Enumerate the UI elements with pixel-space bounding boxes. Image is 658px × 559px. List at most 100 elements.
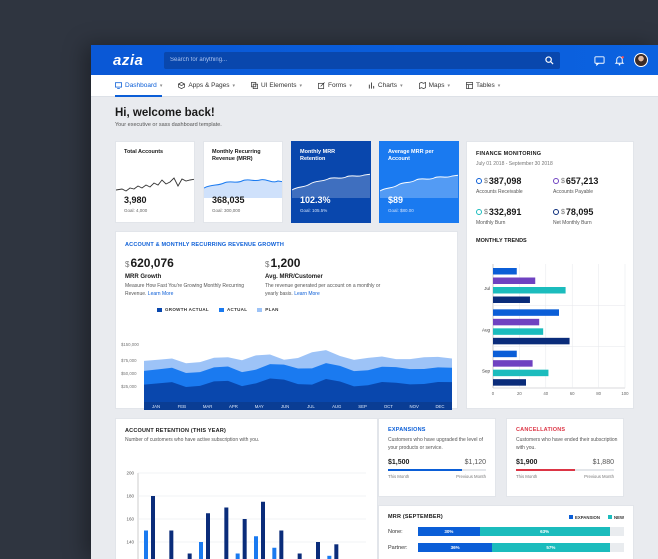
page-title: Hi, welcome back!	[115, 107, 215, 119]
retention-bar	[169, 530, 174, 559]
kpi-avg-mrr: Average MRR per Account $89 Goal: $80.00	[379, 141, 459, 223]
x-tick-label: NOV	[410, 404, 419, 409]
trend-bar	[493, 350, 517, 358]
top-actions	[594, 53, 648, 67]
y-tick-label: 160	[126, 517, 134, 522]
y-tick-label: $75,000	[121, 358, 137, 363]
y-tick-label: Sep	[482, 369, 491, 374]
nav-tables[interactable]: Tables ▾	[466, 75, 500, 97]
search-icon[interactable]	[545, 55, 554, 65]
retention-bar	[297, 553, 302, 559]
nav-dashboard[interactable]: Dashboard ▾	[115, 75, 163, 97]
card-description: Customers who have upgraded the level of…	[388, 437, 484, 451]
mrr-row: Partner: 36% 57%	[388, 543, 624, 552]
growth-stats: $620,076 MRR Growth Measure How Fast You…	[125, 256, 448, 298]
retention-bar	[151, 496, 155, 559]
stat-description: The revenue generated per account on a m…	[265, 283, 381, 297]
card-title: ACCOUNT & MONTHLY RECURRING REVENUE GROW…	[125, 242, 285, 248]
previous-value: $1,880	[592, 459, 614, 466]
monitor-icon	[115, 82, 122, 89]
kpi-value: 368,035	[212, 195, 245, 205]
x-tick-label: SEP	[358, 404, 367, 409]
retention-card: ACCOUNT RETENTION (THIS YEAR) Number of …	[115, 418, 378, 559]
new-bar: 63%	[479, 527, 610, 536]
circle-icon	[553, 209, 559, 215]
progress-bar	[388, 469, 486, 471]
nav-ui-elements[interactable]: UI Elements ▾	[251, 75, 302, 97]
nav-charts[interactable]: Charts ▾	[368, 75, 403, 97]
current-value: $1,500	[388, 459, 410, 466]
learn-more-link[interactable]: Learn More	[148, 291, 174, 297]
previous-value: $1,120	[464, 459, 486, 466]
retention-bar	[206, 513, 210, 559]
stat-label: Avg. MRR/Customer	[265, 274, 323, 280]
retention-bar	[199, 542, 203, 559]
x-tick-label: 20	[517, 391, 522, 396]
mrr-growth-stat: $620,076 MRR Growth Measure How Fast You…	[125, 256, 265, 298]
layers-icon	[251, 82, 258, 89]
avg-mrr-stat: $1,200 Avg. MRR/Customer The revenue gen…	[265, 256, 405, 298]
x-tick-label: 100	[621, 391, 629, 396]
x-tick-label: AUG	[332, 404, 342, 409]
finance-card: FINANCE MONITORING July 01 2018 - Septem…	[466, 141, 634, 409]
kpi-title: Monthly Recurring Revenue (MRR)	[212, 149, 261, 163]
search-bar[interactable]	[164, 51, 560, 69]
user-avatar[interactable]	[634, 53, 648, 67]
retention-bar	[279, 530, 284, 559]
app-logo[interactable]: azia	[113, 52, 164, 69]
retention-bar-chart: 200180160140120	[126, 471, 366, 559]
card-title: ACCOUNT RETENTION (THIS YEAR)	[125, 428, 227, 434]
expansion-bar: 30%	[418, 527, 480, 536]
dashboard-window: azia Dashboard▾ Apps & Pages▾ UI Element…	[91, 45, 658, 559]
x-tick-label: JUL	[307, 404, 315, 409]
trend-bar	[493, 337, 570, 345]
circle-icon	[553, 178, 559, 184]
finance-item: $657,213 Accounts Payable	[553, 176, 599, 195]
page-subtitle: Your executive or sass dashboard templat…	[115, 122, 222, 128]
retention-bar	[272, 547, 277, 559]
trend-bar	[493, 287, 566, 294]
trend-bar	[493, 268, 517, 275]
nav-maps[interactable]: Maps ▾	[418, 75, 450, 97]
kpi-sparkline	[380, 174, 458, 198]
x-tick-label: MAR	[203, 404, 213, 409]
nav-forms[interactable]: Forms ▾	[318, 75, 352, 97]
retention-bar	[224, 507, 229, 559]
legend-new: NEW	[607, 515, 624, 520]
chevron-down-icon: ▾	[497, 82, 501, 89]
nav-label: Maps	[428, 82, 445, 89]
currency-symbol: $	[265, 260, 270, 269]
bell-icon[interactable]	[614, 55, 625, 66]
growth-area-chart: $150,000 $75,000 $50,000 $25,000 JAN FEB MAR AP…	[121, 342, 452, 410]
learn-more-link[interactable]: Learn More	[294, 291, 320, 297]
card-subtitle: Number of customers who have active subs…	[125, 437, 260, 443]
kpi-goal: Goal: 300,000	[212, 208, 241, 213]
messages-icon[interactable]	[594, 55, 605, 66]
progress-bar	[516, 469, 614, 471]
x-tick-label: FEB	[178, 404, 186, 409]
kpi-title: Average MRR per Account	[388, 149, 434, 163]
x-tick-label: APR	[229, 404, 238, 409]
chevron-down-icon: ▾	[232, 82, 236, 89]
currency-symbol: $	[125, 260, 130, 269]
top-bar: azia	[91, 45, 658, 75]
search-input[interactable]	[170, 57, 545, 63]
card-title: EXPANSIONS	[388, 427, 426, 433]
stat-description: Measure How Fast You're Growing Monthly …	[125, 283, 245, 297]
map-icon	[418, 82, 426, 89]
kpi-title: Total Accounts	[124, 149, 164, 155]
chevron-down-icon: ▾	[400, 82, 403, 89]
x-tick-label: JAN	[152, 404, 160, 409]
kpi-value: $89	[388, 195, 404, 205]
card-title: FINANCE MONITORING	[476, 151, 542, 157]
kpi-sparkline	[204, 179, 282, 198]
nav-apps-pages[interactable]: Apps & Pages ▾	[178, 75, 235, 97]
circle-icon	[476, 178, 482, 184]
kpi-sparkline	[116, 177, 194, 192]
legend-expansion: EXPANSION	[568, 515, 600, 520]
trend-bar	[493, 328, 544, 335]
chevron-down-icon: ▾	[349, 82, 352, 89]
kpi-mrr-retention: Monthly MRR Retention 102.3% Goal: 105.5…	[291, 141, 371, 223]
monthly-trends-chart: 0 20 40 60 80 100 Jul Aug Sep	[482, 264, 629, 396]
nav-label: Apps & Pages	[188, 82, 230, 89]
